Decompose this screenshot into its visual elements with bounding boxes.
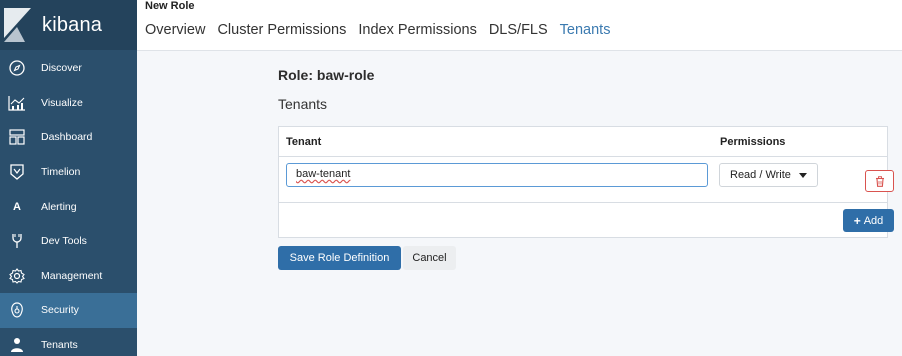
sidebar-item-management[interactable]: Management bbox=[0, 259, 137, 294]
column-header-tenant: Tenant bbox=[286, 136, 322, 148]
tab-dls-fls[interactable]: DLS/FLS bbox=[489, 22, 548, 38]
sidebar-item-label: Discover bbox=[41, 62, 82, 75]
page-header: New Role Overview Cluster Permissions In… bbox=[137, 0, 902, 51]
kibana-logo-icon bbox=[4, 8, 31, 42]
tab-cluster-permissions[interactable]: Cluster Permissions bbox=[217, 22, 346, 38]
bar-chart-icon bbox=[2, 93, 32, 113]
add-row: + Add bbox=[279, 203, 894, 237]
add-label: Add bbox=[863, 214, 884, 227]
tab-index-permissions[interactable]: Index Permissions bbox=[358, 22, 476, 38]
gear-icon bbox=[2, 266, 32, 286]
sidebar-nav: Discover Visualize Dashboard Timelion A … bbox=[0, 51, 137, 356]
wrench-icon bbox=[2, 231, 32, 251]
sidebar-item-tenants[interactable]: Tenants bbox=[0, 328, 137, 356]
table-header-row: Tenant Permissions bbox=[279, 127, 887, 157]
lock-icon bbox=[2, 300, 32, 320]
sidebar-item-security[interactable]: Security bbox=[0, 293, 137, 328]
sidebar-item-label: Dashboard bbox=[41, 131, 93, 144]
page-title: New Role bbox=[145, 0, 195, 12]
main-content: Role: baw-role Tenants Tenant Permission… bbox=[137, 51, 902, 356]
section-title: Tenants bbox=[278, 96, 328, 112]
trash-icon bbox=[875, 175, 884, 187]
alerting-icon: A bbox=[13, 200, 21, 213]
tab-overview[interactable]: Overview bbox=[145, 22, 205, 38]
tenant-name-input[interactable]: baw-tenant bbox=[286, 163, 708, 187]
sidebar-item-dev-tools[interactable]: Dev Tools bbox=[0, 224, 137, 259]
sidebar-item-label: Security bbox=[41, 304, 79, 317]
sidebar-item-label: Timelion bbox=[41, 166, 81, 179]
role-title: Role: baw-role bbox=[278, 67, 375, 83]
permission-select[interactable]: Read / Write bbox=[719, 163, 818, 187]
sidebar-item-alerting[interactable]: A Alerting bbox=[0, 189, 137, 224]
add-tenant-button[interactable]: + Add bbox=[843, 209, 894, 232]
sidebar-item-discover[interactable]: Discover bbox=[0, 51, 137, 86]
cancel-button[interactable]: Cancel bbox=[403, 246, 456, 270]
sidebar-item-label: Management bbox=[41, 269, 103, 282]
permission-value: Read / Write bbox=[730, 169, 791, 181]
plus-icon: + bbox=[853, 213, 861, 228]
sidebar-item-label: Tenants bbox=[41, 339, 78, 352]
sidebar-item-dashboard[interactable]: Dashboard bbox=[0, 120, 137, 155]
save-role-button[interactable]: Save Role Definition bbox=[278, 246, 401, 270]
timelion-icon bbox=[2, 162, 32, 182]
tab-tenants[interactable]: Tenants bbox=[560, 22, 611, 38]
role-tabs: Overview Cluster Permissions Index Permi… bbox=[145, 22, 622, 38]
kibana-logo[interactable]: kibana bbox=[0, 0, 137, 50]
tenants-table: Tenant Permissions baw-tenant Read / Wri… bbox=[278, 126, 894, 238]
sidebar-item-label: Alerting bbox=[41, 200, 77, 213]
app-root: kibana Discover Visualize Dashboard Time… bbox=[0, 0, 902, 356]
sidebar-item-label: Dev Tools bbox=[41, 235, 87, 248]
compass-icon bbox=[2, 58, 32, 78]
dashboard-icon bbox=[2, 127, 32, 147]
sidebar: kibana Discover Visualize Dashboard Time… bbox=[0, 0, 137, 356]
sidebar-item-visualize[interactable]: Visualize bbox=[0, 86, 137, 121]
table-row: baw-tenant Read / Write bbox=[279, 157, 894, 203]
sidebar-item-timelion[interactable]: Timelion bbox=[0, 155, 137, 190]
column-header-permissions: Permissions bbox=[720, 136, 786, 148]
user-icon bbox=[2, 335, 32, 355]
delete-tenant-button[interactable] bbox=[865, 170, 894, 192]
caret-down-icon bbox=[799, 173, 807, 178]
tenant-name-value: baw-tenant bbox=[296, 168, 351, 180]
app-name: kibana bbox=[42, 13, 103, 36]
sidebar-item-label: Visualize bbox=[41, 96, 83, 109]
